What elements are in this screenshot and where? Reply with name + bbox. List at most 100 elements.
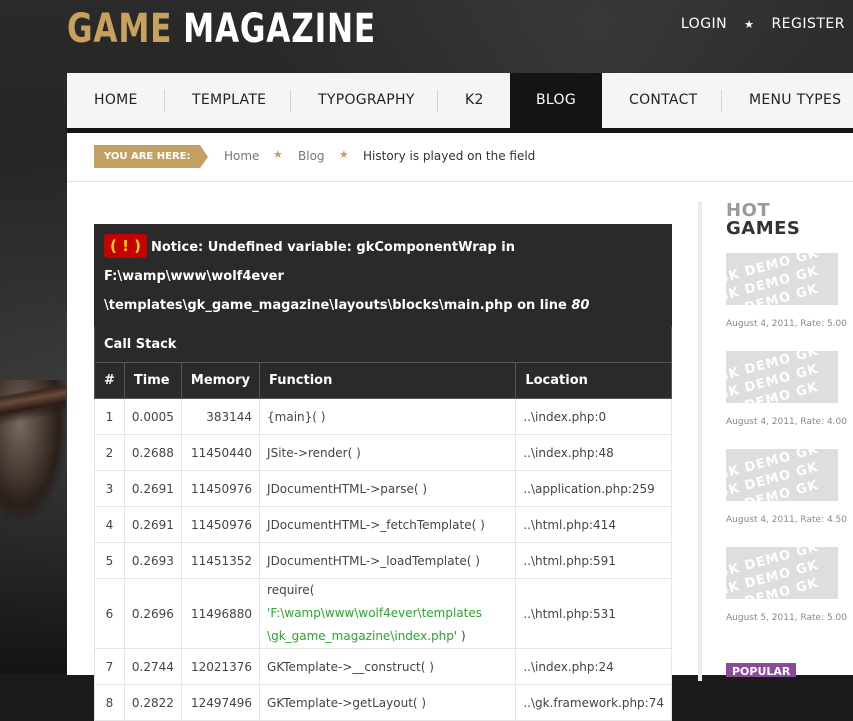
table-row: 2 0.2688 11450440 JSite->render( ) ..\in… [94, 434, 672, 471]
function-suffix: ) [457, 629, 466, 643]
nav-item-k2[interactable]: K2 [465, 73, 484, 128]
game-meta: August 5, 2011, Rate: 5.00 [726, 613, 847, 623]
table-row: 4 0.2691 11450976 JDocumentHTML->_fetchT… [94, 506, 672, 543]
cell-location: ..\html.php:531 [515, 578, 672, 649]
cell-memory: 11451352 [180, 542, 261, 579]
cell-function: require( 'F:\wamp\www\wolf4ever\template… [259, 578, 517, 649]
cell-number: 5 [94, 542, 125, 579]
col-header-number: # [94, 362, 125, 399]
cell-time: 0.2688 [123, 434, 182, 471]
account-links: LOGIN ★ REGISTER [681, 16, 845, 32]
cell-time: 0.2822 [123, 684, 182, 721]
col-header-time: Time [123, 362, 182, 399]
cell-location: ..\index.php:0 [515, 398, 672, 435]
notice-text-line1: Notice: Undefined variable: gkComponentW… [104, 240, 515, 284]
notice-message: ( ! ) Notice: Undefined variable: gkCompo… [94, 224, 672, 327]
nav-divider [721, 90, 722, 112]
table-row: 8 0.2822 12497496 GKTemplate->getLayout(… [94, 684, 672, 721]
notice-row: ( ! ) Notice: Undefined variable: gkCompo… [94, 224, 672, 327]
function-prefix: require( [267, 583, 315, 597]
cell-time: 0.2691 [123, 506, 182, 543]
sidebar-title-games: GAMES [726, 218, 801, 239]
nav-item-contact[interactable]: CONTACT [629, 73, 698, 128]
cell-location: ..\html.php:414 [515, 506, 672, 543]
cell-function: JDocumentHTML->_loadTemplate( ) [259, 542, 517, 579]
breadcrumb-blog[interactable]: Blog [298, 149, 325, 163]
cell-function: GKTemplate->getLayout( ) [259, 684, 517, 721]
nav-item-blog[interactable]: BLOG [510, 73, 602, 128]
register-link[interactable]: REGISTER [771, 16, 845, 32]
cell-number: 8 [94, 684, 125, 721]
nav-item-menu-types[interactable]: MENU TYPES [749, 73, 841, 128]
nav-item-typography[interactable]: TYPOGRAPHY [318, 73, 415, 128]
breadcrumb-current: History is played on the field [363, 149, 536, 163]
cell-number: 4 [94, 506, 125, 543]
header-artwork-tank [0, 380, 66, 520]
table-row: 1 0.0005 383144 {main}( ) ..\index.php:0 [94, 398, 672, 435]
php-error-table: ( ! ) Notice: Undefined variable: gkCompo… [94, 224, 672, 721]
warning-icon: ( ! ) [104, 234, 147, 258]
cell-function: {main}( ) [259, 398, 517, 435]
cell-memory: 11450440 [180, 434, 261, 471]
table-row: 7 0.2744 12021376 GKTemplate->__construc… [94, 648, 672, 685]
cell-number: 1 [94, 398, 125, 435]
star-separator-icon: ★ [273, 148, 283, 161]
cell-location: ..\gk.framework.php:74 [515, 684, 672, 721]
table-row: 6 0.2696 11496880 require( 'F:\wamp\www\… [94, 578, 672, 649]
nav-item-home[interactable]: HOME [94, 73, 138, 128]
col-header-location: Location [515, 362, 672, 399]
game-thumbnail[interactable]: GK DEMO GK GK DEMO GK GK DEMO GK [726, 547, 838, 599]
star-separator-icon: ★ [339, 148, 349, 161]
cell-location: ..\application.php:259 [515, 470, 672, 507]
logo-word-magazine: MAGAZINE [183, 6, 377, 52]
cell-memory: 383144 [180, 398, 261, 435]
sidebar-divider [698, 201, 702, 681]
function-argument-path: \gk_game_magazine\index.php' [267, 629, 458, 643]
login-link[interactable]: LOGIN [681, 16, 727, 32]
cell-memory: 12021376 [180, 648, 261, 685]
cell-function: GKTemplate->__construct( ) [259, 648, 517, 685]
nav-divider [290, 90, 291, 112]
breadcrumb-label: YOU ARE HERE: [94, 145, 210, 168]
game-thumbnail[interactable]: GK DEMO GK GK DEMO GK GK DEMO GK [726, 351, 838, 403]
notice-text-line2: \templates\gk_game_magazine\layouts\bloc… [104, 298, 572, 313]
cell-location: ..\index.php:48 [515, 434, 672, 471]
cell-number: 3 [94, 470, 125, 507]
cell-number: 7 [94, 648, 125, 685]
game-meta: August 4, 2011, Rate: 5.00 [726, 319, 847, 329]
logo-word-game: GAME [67, 6, 173, 52]
cell-function: JSite->render( ) [259, 434, 517, 471]
main-navigation: HOME TEMPLATE TYPOGRAPHY K2 BLOG CONTACT… [67, 73, 853, 133]
cell-location: ..\html.php:591 [515, 542, 672, 579]
game-thumbnail[interactable]: GK DEMO GK GK DEMO GK GK DEMO GK [726, 253, 838, 305]
function-argument-path: 'F:\wamp\www\wolf4ever\templates [267, 606, 483, 620]
nav-divider [164, 90, 165, 112]
cell-memory: 11450976 [180, 506, 261, 543]
cell-function: JDocumentHTML->parse( ) [259, 470, 517, 507]
nav-item-template[interactable]: TEMPLATE [192, 73, 266, 128]
site-logo[interactable]: GAME MAGAZINE [67, 6, 376, 52]
cell-time: 0.0005 [123, 398, 182, 435]
call-stack-row: Call Stack [94, 326, 672, 363]
cell-memory: 11496880 [180, 578, 261, 649]
breadcrumb: YOU ARE HERE: Home ★ Blog ★ History is p… [67, 133, 853, 182]
breadcrumb-home[interactable]: Home [224, 149, 259, 163]
cell-location: ..\index.php:24 [515, 648, 672, 685]
game-meta: August 4, 2011, Rate: 4.00 [726, 417, 847, 427]
cell-function: JDocumentHTML->_fetchTemplate( ) [259, 506, 517, 543]
col-header-memory: Memory [180, 362, 261, 399]
cell-memory: 11450976 [180, 470, 261, 507]
call-stack-heading: Call Stack [94, 326, 672, 363]
nav-divider [437, 90, 438, 112]
cell-number: 2 [94, 434, 125, 471]
cell-time: 0.2693 [123, 542, 182, 579]
game-thumbnail[interactable]: GK DEMO GK GK DEMO GK GK DEMO GK [726, 449, 838, 501]
table-row: 3 0.2691 11450976 JDocumentHTML->parse( … [94, 470, 672, 507]
col-header-function: Function [259, 362, 517, 399]
cell-time: 0.2691 [123, 470, 182, 507]
notice-line-number: 80 [571, 298, 590, 313]
table-row: 5 0.2693 11451352 JDocumentHTML->_loadTe… [94, 542, 672, 579]
cell-time: 0.2744 [123, 648, 182, 685]
table-header-row: # Time Memory Function Location [94, 362, 672, 399]
cell-number: 6 [94, 578, 125, 649]
